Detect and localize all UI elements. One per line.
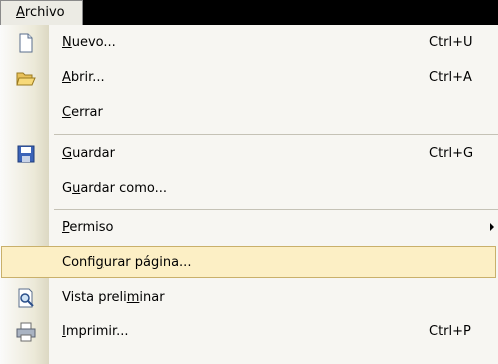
menu-item-vista-preliminar[interactable]: Vista preliminar: [0, 280, 498, 315]
menu-item-label: Guardar: [62, 146, 115, 161]
menu-item-label: Abrir...: [62, 70, 105, 85]
menu-archivo[interactable]: Archivo: [0, 0, 83, 25]
menu-item-label: Configurar página...: [62, 255, 192, 270]
menu-item-cerrar[interactable]: Cerrar: [0, 95, 498, 130]
submenu-arrow-icon: [490, 223, 494, 231]
menu-title-mnemonic: A: [16, 5, 25, 20]
open-folder-icon: [16, 72, 36, 86]
menu-item-guardar[interactable]: Guardar Ctrl+G: [0, 136, 498, 171]
menu-item-guardar-como[interactable]: Guardar como...: [0, 171, 498, 206]
shortcut-label: Ctrl+A: [429, 70, 472, 85]
print-preview-icon: [18, 288, 34, 308]
menu-item-label: Vista preliminar: [62, 290, 165, 305]
menu-item-label: Nuevo...: [62, 35, 116, 50]
menu-item-configurar-pagina[interactable]: Configurar página...: [0, 245, 498, 280]
menu-title-post: rchivo: [24, 5, 65, 20]
menu-item-label: Cerrar: [62, 105, 103, 120]
save-disk-icon: [17, 145, 35, 163]
menu-item-label: Permiso: [62, 220, 114, 235]
new-document-icon: [19, 33, 33, 53]
printer-icon: [16, 322, 36, 342]
shortcut-label: Ctrl+G: [429, 146, 474, 161]
menu-item-label: Guardar como...: [62, 181, 167, 196]
shortcut-label: Ctrl+P: [429, 324, 471, 339]
menu-item-label: Imprimir...: [62, 324, 129, 339]
shortcut-label: Ctrl+U: [429, 35, 473, 50]
menu-item-abrir[interactable]: Abrir... Ctrl+A: [0, 60, 498, 95]
menu-item-nuevo[interactable]: Nuevo... Ctrl+U: [0, 25, 498, 60]
menu-item-imprimir[interactable]: Imprimir... Ctrl+P: [0, 314, 498, 349]
menu-item-permiso[interactable]: Permiso: [0, 210, 498, 245]
menu-separator: [54, 134, 498, 135]
